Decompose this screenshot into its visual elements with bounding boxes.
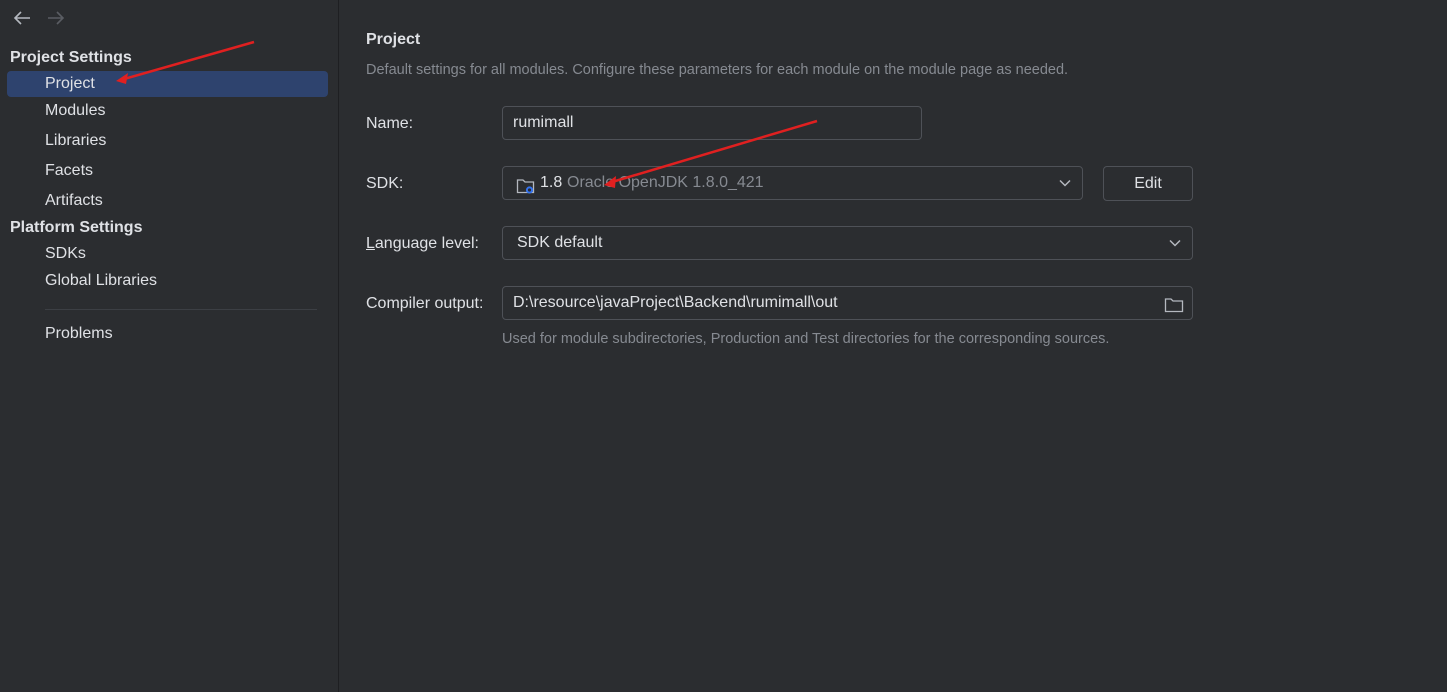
arrow-right-icon[interactable] (46, 8, 66, 28)
chevron-down-icon (1058, 167, 1072, 199)
compiler-output-field[interactable]: D:\resource\javaProject\Backend\rumimall… (502, 286, 1193, 320)
project-structure-dialog: Project Settings Project Modules Librari… (0, 0, 1447, 692)
language-level-label: Language level: (366, 235, 479, 253)
page-title: Project (366, 31, 421, 48)
sidebar-item-modules[interactable]: Modules (7, 98, 328, 124)
sidebar: Project Settings Project Modules Librari… (0, 0, 339, 692)
sidebar-item-problems[interactable]: Problems (7, 321, 328, 347)
sidebar-item-artifacts[interactable]: Artifacts (7, 188, 328, 214)
project-settings-header: Project Settings (10, 49, 132, 66)
sdk-edit-button[interactable]: Edit (1103, 166, 1193, 201)
sidebar-item-facets[interactable]: Facets (7, 158, 328, 184)
language-level-label-text: anguage level: (374, 235, 479, 252)
sdk-folder-icon (516, 175, 536, 194)
sdk-combobox[interactable]: 1.8 Oracle OpenJDK 1.8.0_421 (502, 166, 1083, 200)
compiler-output-hint: Used for module subdirectories, Producti… (502, 331, 1110, 347)
sidebar-item-sdks[interactable]: SDKs (7, 241, 328, 267)
folder-icon[interactable] (1164, 294, 1184, 313)
arrow-left-icon[interactable] (12, 8, 32, 28)
language-level-value: SDK default (517, 234, 603, 251)
sidebar-item-global-libraries[interactable]: Global Libraries (7, 268, 328, 294)
sidebar-item-libraries[interactable]: Libraries (7, 128, 328, 154)
compiler-output-label: Compiler output: (366, 295, 484, 312)
sdk-version: 1.8 (540, 174, 563, 191)
compiler-output-value: D:\resource\javaProject\Backend\rumimall… (513, 294, 838, 311)
chevron-down-icon (1168, 227, 1182, 259)
sidebar-divider (45, 309, 317, 310)
platform-settings-header: Platform Settings (10, 219, 143, 236)
sidebar-item-project[interactable]: Project (7, 71, 328, 97)
language-level-mnemonic: L (366, 235, 375, 252)
name-label: Name: (366, 115, 414, 132)
nav-arrows (12, 8, 66, 28)
page-description: Default settings for all modules. Config… (366, 62, 1069, 78)
main-panel: Project Default settings for all modules… (339, 0, 1447, 692)
sdk-vendor: Oracle OpenJDK 1.8.0_421 (567, 174, 764, 191)
sdk-label: SDK: (366, 175, 404, 192)
name-field[interactable]: rumimall (502, 106, 922, 140)
language-level-combobox[interactable]: SDK default (502, 226, 1193, 260)
